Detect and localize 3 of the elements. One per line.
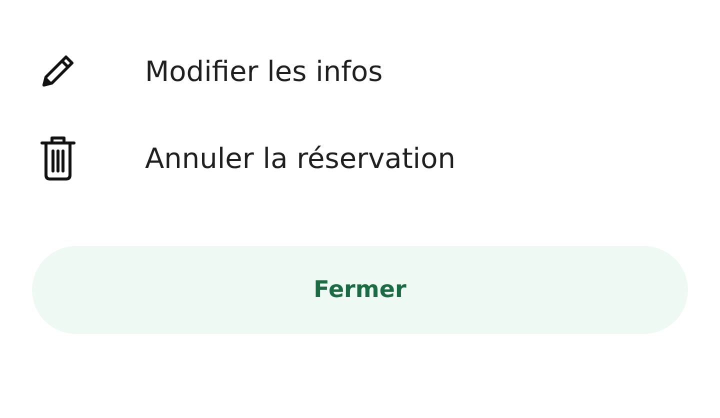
menu-item-label[interactable]: Annuler la réservation [145,142,456,174]
menu-item-label[interactable]: Modifier les infos [145,54,383,88]
close-button[interactable]: Fermer [32,246,688,334]
